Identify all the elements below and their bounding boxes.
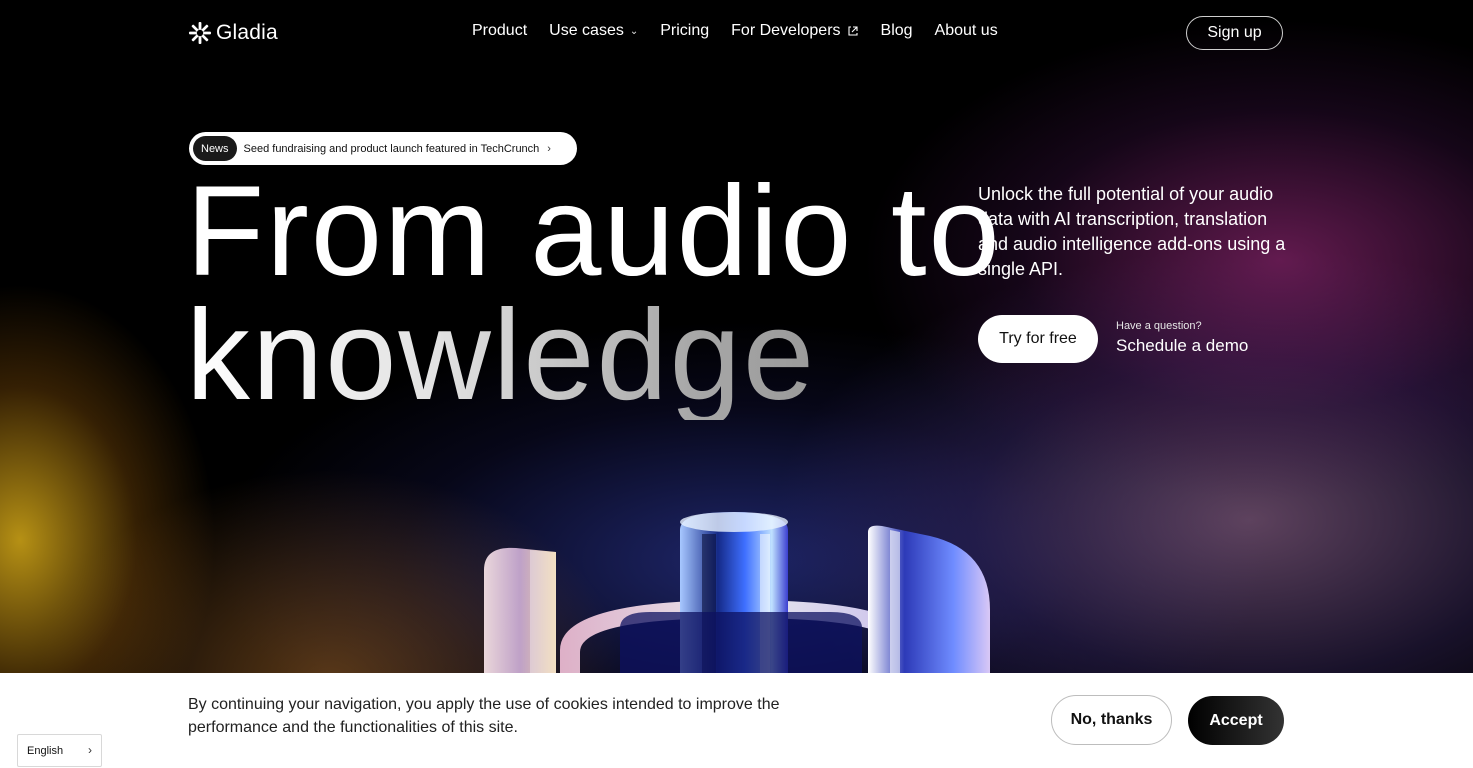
nav-item-blog[interactable]: Blog (881, 22, 913, 40)
logo[interactable]: Gladia (188, 21, 278, 45)
nav-item-use-cases[interactable]: Use cases ⌄ (549, 22, 638, 40)
nav-item-label: Product (472, 22, 528, 39)
question-label: Have a question? (1116, 320, 1202, 332)
cookie-message: By continuing your navigation, you apply… (188, 696, 780, 736)
no-thanks-button[interactable]: No, thanks (1051, 695, 1172, 745)
brand-name: Gladia (216, 21, 278, 44)
chevron-right-icon: › (88, 743, 92, 757)
accept-button[interactable]: Accept (1188, 696, 1284, 745)
nav-item-product[interactable]: Product (472, 22, 527, 40)
news-text: Seed fundraising and product launch feat… (243, 142, 540, 155)
cookie-banner: By continuing your navigation, you apply… (0, 673, 1473, 768)
language-selector[interactable]: English › (17, 734, 102, 767)
try-for-free-button[interactable]: Try for free (978, 315, 1098, 363)
nav-item-label: Blog (880, 22, 913, 39)
schedule-demo-link[interactable]: Schedule a demo (1116, 336, 1248, 356)
hero-title-line-2: knowledge (186, 284, 816, 427)
gladia-burst-icon (189, 22, 211, 44)
top-nav: Gladia Product Use cases ⌄ Pricing For D… (0, 0, 1473, 66)
nav-item-pricing[interactable]: Pricing (660, 22, 709, 40)
nav-item-for-developers[interactable]: For Developers (731, 22, 858, 40)
hero-subtitle: Unlock the full potential of your audio … (978, 184, 1286, 279)
nav-item-label: Use cases (549, 22, 624, 39)
language-label: English (27, 744, 64, 757)
sign-up-button[interactable]: Sign up (1186, 16, 1283, 50)
chevron-right-icon: › (547, 142, 551, 155)
hero-title-line-1: From audio to (186, 160, 1002, 303)
chevron-down-icon: ⌄ (629, 25, 639, 37)
hero-3d-glass-shape (484, 512, 990, 680)
main-menu: Product Use cases ⌄ Pricing For Develope… (472, 22, 1020, 40)
nav-item-about-us[interactable]: About us (935, 22, 998, 40)
nav-item-label: Pricing (660, 22, 710, 39)
news-badge: News (193, 136, 237, 161)
page: Gladia Product Use cases ⌄ Pricing For D… (0, 0, 1473, 768)
external-link-icon (847, 26, 858, 36)
nav-item-label: For Developers (731, 22, 841, 39)
nav-item-label: About us (934, 22, 998, 39)
